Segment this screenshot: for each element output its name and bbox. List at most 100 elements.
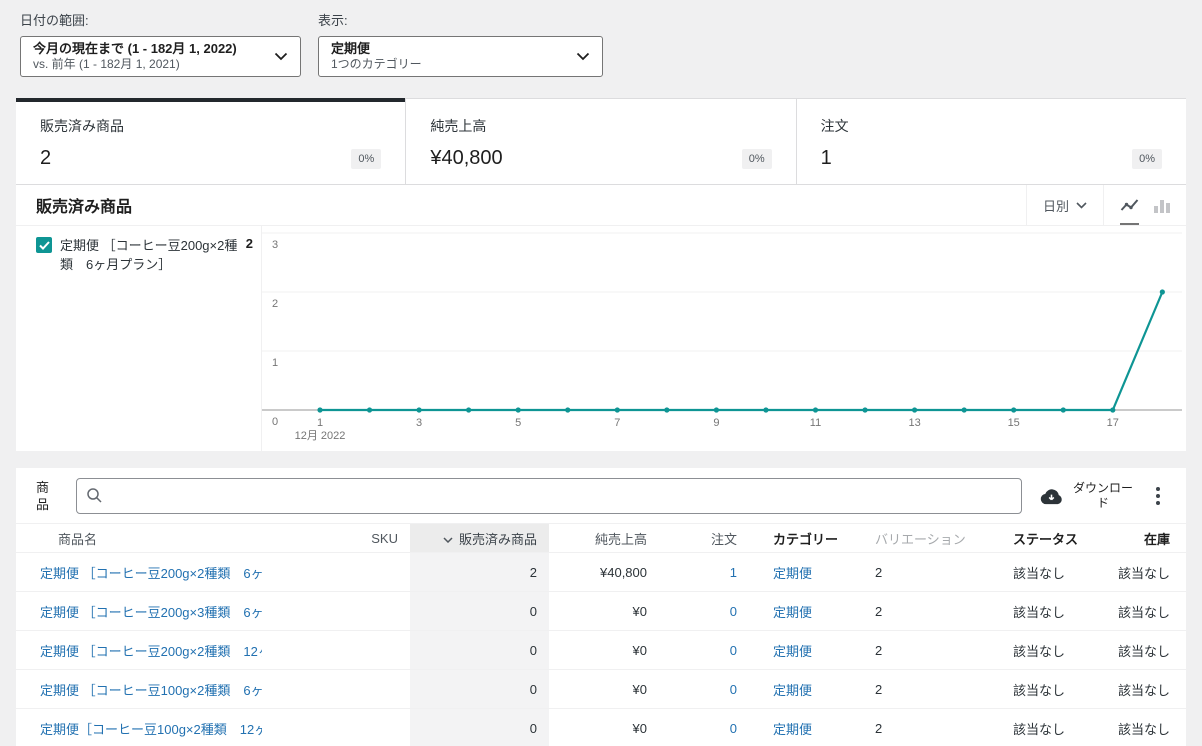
table-cell: 定期便 [749, 553, 863, 592]
table-cell: 定期便 ［コーヒー豆100g×2種類 6ヶ月プラン］ [16, 670, 262, 709]
chart-header: 販売済み商品 日別 [16, 185, 1186, 226]
orders-link[interactable]: 0 [730, 643, 737, 658]
cell-variations: 2 [863, 709, 1001, 746]
product-link[interactable]: 定期便 ［コーヒー豆100g×2種類 6ヶ月プラン］ [40, 683, 262, 698]
line-chart-button[interactable] [1120, 185, 1139, 225]
table-cell: 定期便［コーヒー豆100g×2種類 12ヶ月プラン］ [16, 709, 262, 746]
cell-items-sold: 2 [410, 553, 549, 592]
cell-status: 該当なし [1001, 709, 1090, 746]
svg-text:15: 15 [1008, 417, 1020, 429]
cell-net-sales: ¥0 [549, 670, 659, 709]
cell-stock: 該当なし [1090, 631, 1186, 670]
chevron-down-icon [1076, 202, 1087, 209]
legend-item[interactable]: 定期便 ［コーヒー豆200g×2種類 6ヶ月プラン］ 2 [36, 236, 253, 274]
table-cell: 1 [659, 553, 749, 592]
chevron-down-icon [576, 52, 590, 61]
table-caption: 商品 [36, 479, 52, 513]
svg-text:1: 1 [272, 357, 278, 369]
col-header-stock: 在庫 [1090, 524, 1186, 553]
summary-card-orders[interactable]: 注文 1 0% [796, 98, 1186, 184]
chart-title: 販売済み商品 [36, 193, 1026, 217]
category-link[interactable]: 定期便 [773, 683, 812, 698]
col-header-items-sold[interactable]: 販売済み商品 [410, 524, 549, 553]
product-link[interactable]: 定期便［コーヒー豆100g×2種類 12ヶ月プラン］ [40, 722, 262, 737]
category-link[interactable]: 定期便 [773, 722, 812, 737]
card-label: 純売上高 [430, 116, 771, 136]
table-cell: 定期便 ［コーヒー豆200g×2種類 12ヶ月プラン］ [16, 631, 262, 670]
cell-variations: 2 [863, 592, 1001, 631]
table-cell: 定期便 [749, 670, 863, 709]
search-icon [86, 487, 103, 504]
chevron-down-icon [274, 52, 288, 61]
svg-text:13: 13 [908, 417, 920, 429]
col-header-orders[interactable]: 注文 [659, 524, 749, 553]
card-value: 1 [821, 147, 832, 170]
table-cell: 定期便 [749, 592, 863, 631]
table-row: 定期便 ［コーヒー豆200g×2種類 6ヶ月プラン］2¥40,8001定期便2該… [16, 553, 1186, 592]
kebab-menu-icon[interactable] [1146, 484, 1170, 508]
card-value: ¥40,800 [430, 147, 502, 170]
svg-text:1: 1 [317, 417, 323, 429]
interval-select[interactable]: 日別 [1026, 185, 1103, 225]
cell-items-sold: 0 [410, 592, 549, 631]
product-link[interactable]: 定期便 ［コーヒー豆200g×2種類 12ヶ月プラン］ [40, 644, 262, 659]
table-cell: 定期便 ［コーヒー豆200g×3種類 6ヶ月プラン］ [16, 592, 262, 631]
download-button[interactable]: ダウンロード [1040, 481, 1136, 511]
category-link[interactable]: 定期便 [773, 566, 812, 581]
cell-net-sales: ¥0 [549, 592, 659, 631]
search-input[interactable] [76, 478, 1022, 514]
product-link[interactable]: 定期便 ［コーヒー豆200g×3種類 6ヶ月プラン］ [40, 605, 262, 620]
line-chart-icon [1120, 198, 1139, 213]
delta-badge: 0% [1132, 149, 1162, 169]
chart-legend: 定期便 ［コーヒー豆200g×2種類 6ヶ月プラン］ 2 [16, 226, 262, 451]
category-link[interactable]: 定期便 [773, 644, 812, 659]
summary-card-items-sold[interactable]: 販売済み商品 2 0% [16, 98, 405, 184]
bar-chart-button[interactable] [1154, 185, 1170, 225]
cell-sku [262, 592, 410, 631]
svg-text:9: 9 [713, 417, 719, 429]
col-header-net-sales[interactable]: 純売上高 [549, 524, 659, 553]
search-wrap [76, 478, 1022, 514]
cell-status: 該当なし [1001, 553, 1090, 592]
checkbox-checked-icon[interactable] [36, 237, 52, 253]
product-link[interactable]: 定期便 ［コーヒー豆200g×2種類 6ヶ月プラン］ [40, 566, 262, 581]
date-range-select[interactable]: 今月の現在まで (1 - 182月 1, 2022) vs. 前年 (1 - 1… [20, 36, 301, 77]
col-header-sku[interactable]: SKU [262, 524, 410, 553]
date-range-primary: 今月の現在まで (1 - 182月 1, 2022) [33, 41, 266, 57]
cell-variations: 2 [863, 553, 1001, 592]
date-range-label: 日付の範囲: [20, 10, 301, 29]
cell-variations: 2 [863, 670, 1001, 709]
table-cell: 定期便 [749, 709, 863, 746]
display-filter-select[interactable]: 定期便 1つのカテゴリー [318, 36, 603, 77]
orders-link[interactable]: 0 [730, 721, 737, 736]
products-table-body: 定期便 ［コーヒー豆200g×2種類 6ヶ月プラン］2¥40,8001定期便2該… [16, 553, 1186, 746]
orders-link[interactable]: 0 [730, 682, 737, 697]
cell-net-sales: ¥0 [549, 709, 659, 746]
legend-label: 定期便 ［コーヒー豆200g×2種類 6ヶ月プラン］ [60, 236, 240, 274]
table-row: 定期便 ［コーヒー豆200g×3種類 6ヶ月プラン］0¥00定期便2該当なし該当… [16, 592, 1186, 631]
date-range-filter-group: 日付の範囲: 今月の現在まで (1 - 182月 1, 2022) vs. 前年… [20, 10, 301, 77]
date-range-secondary: vs. 前年 (1 - 182月 1, 2021) [33, 57, 266, 72]
table-toolbar: 商品 ダウンロード [16, 468, 1186, 523]
filter-bar: 日付の範囲: 今月の現在まで (1 - 182月 1, 2022) vs. 前年… [0, 0, 1202, 98]
cell-stock: 該当なし [1090, 553, 1186, 592]
col-header-variations: バリエーション [863, 524, 1001, 553]
cell-net-sales: ¥40,800 [549, 553, 659, 592]
interval-label: 日別 [1043, 196, 1069, 215]
cell-status: 該当なし [1001, 592, 1090, 631]
cell-sku [262, 670, 410, 709]
svg-text:17: 17 [1107, 417, 1119, 429]
orders-link[interactable]: 1 [730, 565, 737, 580]
download-label: ダウンロード [1070, 481, 1136, 511]
summary-card-net-sales[interactable]: 純売上高 ¥40,800 0% [405, 98, 795, 184]
col-header-product[interactable]: 商品名 [16, 524, 262, 553]
card-label: 販売済み商品 [40, 116, 381, 136]
line-chart: 0123135791113151712月 2022 [262, 226, 1186, 451]
orders-link[interactable]: 0 [730, 604, 737, 619]
table-cell: 0 [659, 631, 749, 670]
cell-items-sold: 0 [410, 709, 549, 746]
table-cell: 0 [659, 709, 749, 746]
svg-text:3: 3 [272, 239, 278, 251]
table-row: 定期便 ［コーヒー豆200g×2種類 12ヶ月プラン］0¥00定期便2該当なし該… [16, 631, 1186, 670]
category-link[interactable]: 定期便 [773, 605, 812, 620]
